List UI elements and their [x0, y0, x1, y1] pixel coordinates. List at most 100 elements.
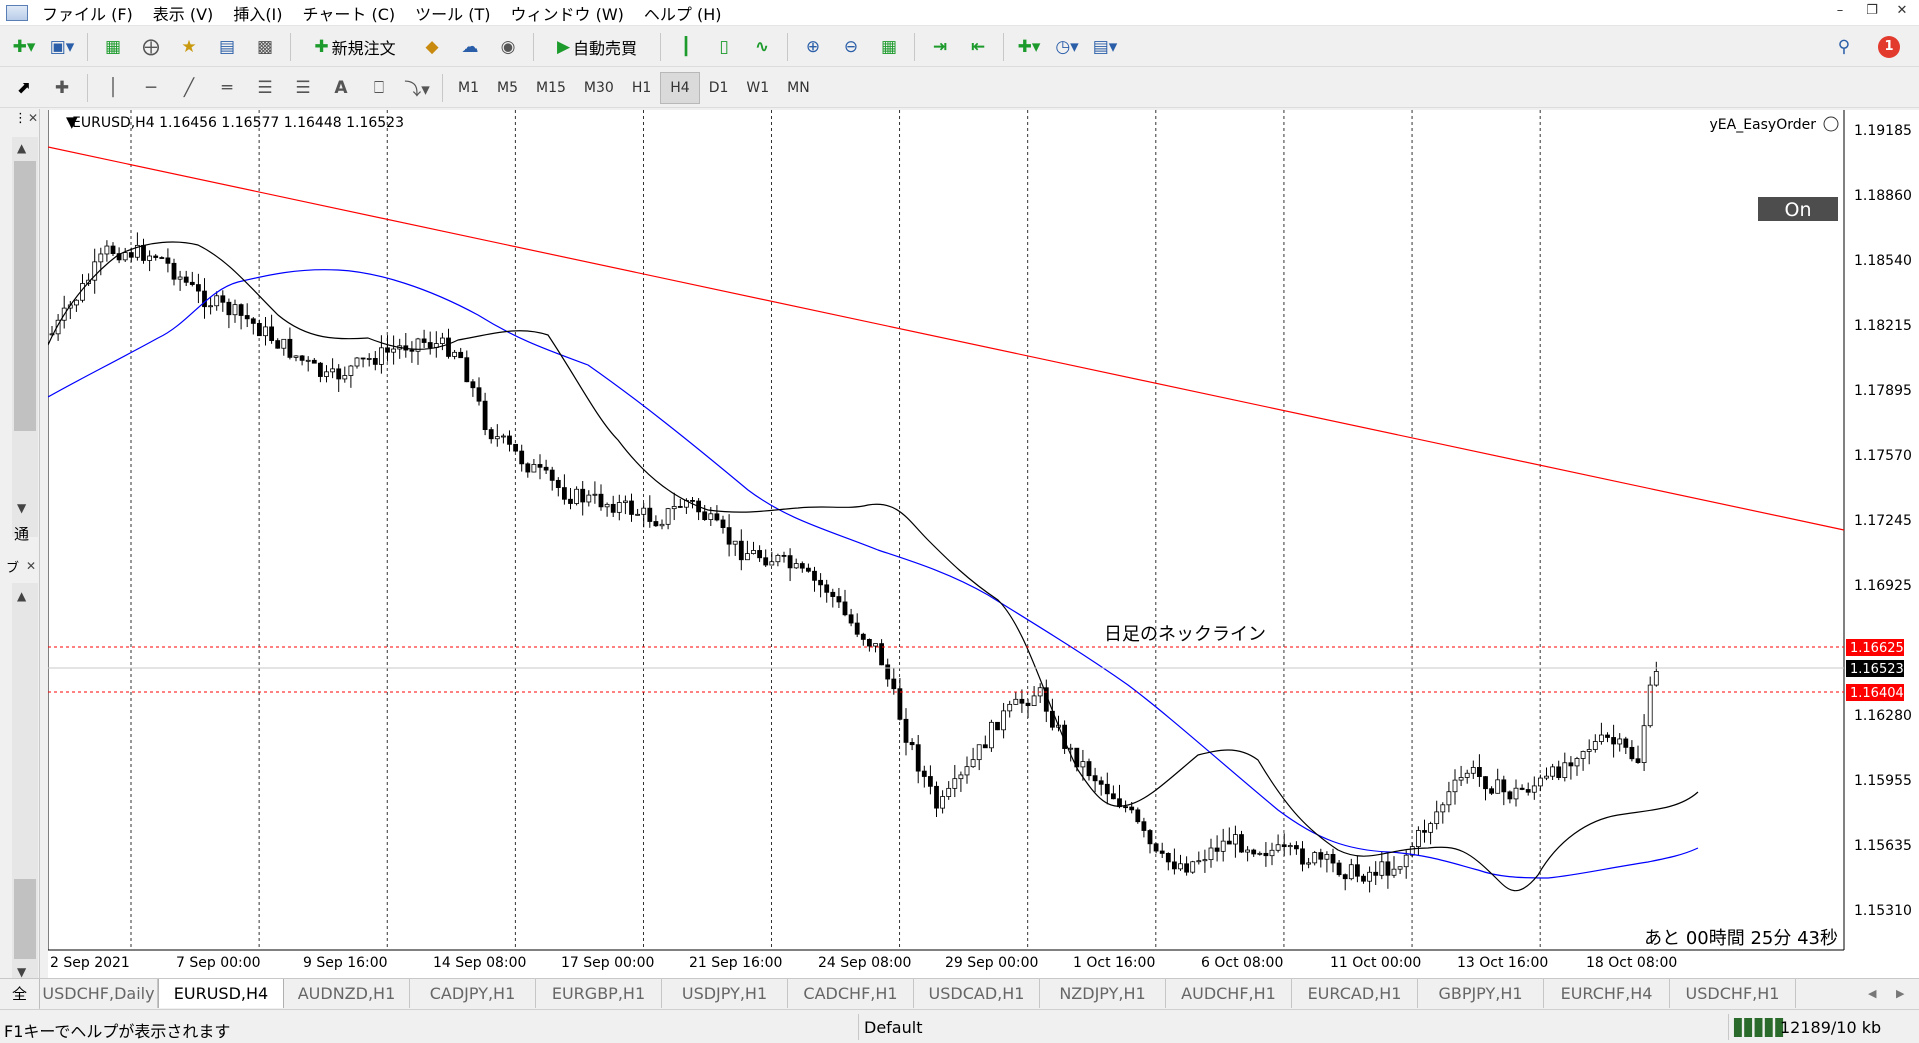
traffic-indicator: 12189/10 kb — [1780, 1018, 1882, 1037]
tf-m1[interactable]: M1 — [449, 72, 488, 104]
candle-body — [806, 567, 811, 572]
indicators-icon[interactable]: ✚▾ — [1013, 31, 1045, 63]
tab-eurchf-h4[interactable]: EURCHF,H4 — [1544, 979, 1670, 1008]
chart-shift-icon[interactable]: ⇤ — [962, 31, 994, 63]
new-order-button[interactable]: ✚ 新規注文 — [300, 31, 410, 63]
periods-icon[interactable]: ◷▾ — [1051, 31, 1083, 63]
scroll-up-icon[interactable]: ▲ — [17, 589, 26, 603]
menu-tools[interactable]: ツール (T) — [409, 1, 504, 25]
tf-h4[interactable]: H4 — [660, 71, 700, 104]
text-icon[interactable]: A — [325, 72, 357, 104]
tab-scroll-left-icon[interactable]: ◀ — [1868, 987, 1876, 1000]
candle-body — [1300, 848, 1305, 865]
zoom-in-icon[interactable]: ⊕ — [797, 31, 829, 63]
new-chart-icon[interactable]: ✚▾ — [8, 31, 40, 63]
tf-mn[interactable]: MN — [778, 72, 819, 104]
tab-eurcad-h1[interactable]: EURCAD,H1 — [1292, 979, 1418, 1008]
tf-d1[interactable]: D1 — [700, 72, 738, 104]
equidistant-channel-icon[interactable]: ═ — [211, 72, 243, 104]
line-chart-icon[interactable]: ∿ — [746, 31, 778, 63]
menu-window[interactable]: ウィンドウ (W) — [504, 1, 637, 25]
red-trendline[interactable] — [48, 146, 1845, 531]
tf-m15[interactable]: M15 — [527, 72, 575, 104]
tab-scroll-right-icon[interactable]: ▶ — [1896, 987, 1904, 1000]
candle-body — [1422, 830, 1427, 833]
candle-body — [287, 338, 293, 358]
close-icon[interactable]: ✕ — [1888, 3, 1916, 18]
vertical-line-icon[interactable]: │ — [97, 72, 129, 104]
candle-body — [897, 688, 903, 720]
market-watch-icon[interactable]: ▦ — [97, 31, 129, 63]
tab-cadjpy-h1[interactable]: CADJPY,H1 — [410, 979, 536, 1008]
candle-body — [574, 488, 579, 504]
candle-body — [366, 358, 372, 360]
fibonacci-icon[interactable]: ☰ — [249, 72, 281, 104]
tf-h1[interactable]: H1 — [623, 72, 660, 104]
price-chart[interactable]: ▼ EURUSD,H4 1.16456 1.16577 1.16448 1.16… — [48, 110, 1919, 980]
candle-body — [348, 365, 354, 376]
tab-usdjpy-h1[interactable]: USDJPY,H1 — [662, 979, 788, 1008]
line-studies-toolbar: ⬈ ✚ │ ─ ╱ ═ ☰ ☰ A ⎕ ⤵▾ M1 M5 M15 M30 H1 … — [0, 68, 1919, 108]
menu-chart[interactable]: チャート (C) — [297, 1, 410, 25]
terminal-icon[interactable]: ▤ — [211, 31, 243, 63]
cursor-icon[interactable]: ⬈ — [8, 72, 40, 104]
menu-insert[interactable]: 挿入(I) — [227, 1, 296, 25]
menu-view[interactable]: 表示 (V) — [147, 1, 228, 25]
tab-eurgbp-h1[interactable]: EURGBP,H1 — [536, 979, 662, 1008]
tab-usdchf-daily[interactable]: USDCHF,Daily — [40, 979, 158, 1008]
tf-w1[interactable]: W1 — [737, 72, 778, 104]
data-window-icon[interactable]: ⨁ — [135, 31, 167, 63]
signals-icon[interactable]: ☁ — [454, 31, 486, 63]
profiles-icon[interactable]: ▣▾ — [46, 31, 78, 63]
tab-audchf-h1[interactable]: AUDCHF,H1 — [1166, 979, 1292, 1008]
auto-scroll-icon[interactable]: ⇥ — [924, 31, 956, 63]
scroll-up-icon[interactable]: ▲ — [17, 141, 26, 155]
bar-chart-icon[interactable]: ┃ — [670, 31, 702, 63]
trendline-icon[interactable]: ╱ — [173, 72, 205, 104]
tab-gbpjpy-h1[interactable]: GBPJPY,H1 — [1418, 979, 1544, 1008]
candle-body — [824, 584, 830, 593]
candle-body — [854, 622, 860, 635]
restore-icon[interactable]: ❐ — [1858, 3, 1886, 18]
upper-line-price: 1.16625 — [1850, 641, 1904, 656]
templates-icon[interactable]: ▤▾ — [1089, 31, 1121, 63]
navigator-panel-tab[interactable]: ブ — [6, 557, 19, 576]
tab-cadchf-h1[interactable]: CADCHF,H1 — [788, 979, 914, 1008]
fibonacci-fan-icon[interactable]: ☰ — [287, 72, 319, 104]
tab-usdchf-h1[interactable]: USDCHF,H1 — [1670, 979, 1796, 1008]
tf-m5[interactable]: M5 — [488, 72, 527, 104]
zoom-out-icon[interactable]: ⊖ — [835, 31, 867, 63]
menu-file[interactable]: ファイル (F) — [36, 1, 147, 25]
strategy-tester-icon[interactable]: ▩ — [249, 31, 281, 63]
arrows-icon[interactable]: ⤵▾ — [401, 72, 433, 104]
tile-windows-icon[interactable]: ▦ — [873, 31, 905, 63]
menu-help[interactable]: ヘルプ (H) — [638, 1, 736, 25]
notifications-button[interactable]: 1 — [1873, 31, 1905, 63]
navigator-icon[interactable]: ★ — [173, 31, 205, 63]
panel-close-icon[interactable]: ✕ — [28, 111, 38, 125]
all-tab-label[interactable]: 全 — [0, 979, 40, 1008]
scroll-down-icon[interactable]: ▼ — [17, 501, 26, 515]
minimize-icon[interactable]: – — [1826, 3, 1854, 18]
horizontal-line-icon[interactable]: ─ — [135, 72, 167, 104]
candle-body — [885, 664, 891, 680]
market-watch-panel-tab[interactable]: ⋮ — [14, 111, 27, 126]
scroll-down-icon[interactable]: ▼ — [17, 965, 26, 979]
tab-audnzd-h1[interactable]: AUDNZD,H1 — [284, 979, 410, 1008]
metaeditor-icon[interactable]: ◆ — [416, 31, 448, 63]
tab-usdcad-h1[interactable]: USDCAD,H1 — [914, 979, 1040, 1008]
market-icon[interactable]: ◉ — [492, 31, 524, 63]
crosshair-icon[interactable]: ✚ — [46, 72, 78, 104]
candle-body — [183, 276, 189, 283]
tf-m30[interactable]: M30 — [575, 72, 623, 104]
communication-tab-label[interactable]: 通 — [14, 523, 29, 544]
text-label-icon[interactable]: ⎕ — [363, 72, 395, 104]
auto-trading-button[interactable]: ▶ 自動売買 — [543, 31, 651, 63]
tab-nzdjpy-h1[interactable]: NZDJPY,H1 — [1040, 979, 1166, 1008]
panel-scroll-thumb[interactable] — [14, 879, 36, 959]
tab-eurusd-h4[interactable]: EURUSD,H4 — [158, 979, 284, 1008]
panel-scroll-thumb[interactable] — [14, 161, 36, 431]
panel-close-icon[interactable]: ✕ — [26, 559, 36, 573]
candlestick-icon[interactable]: ▯ — [708, 31, 740, 63]
search-icon[interactable]: ⚲ — [1828, 31, 1860, 63]
